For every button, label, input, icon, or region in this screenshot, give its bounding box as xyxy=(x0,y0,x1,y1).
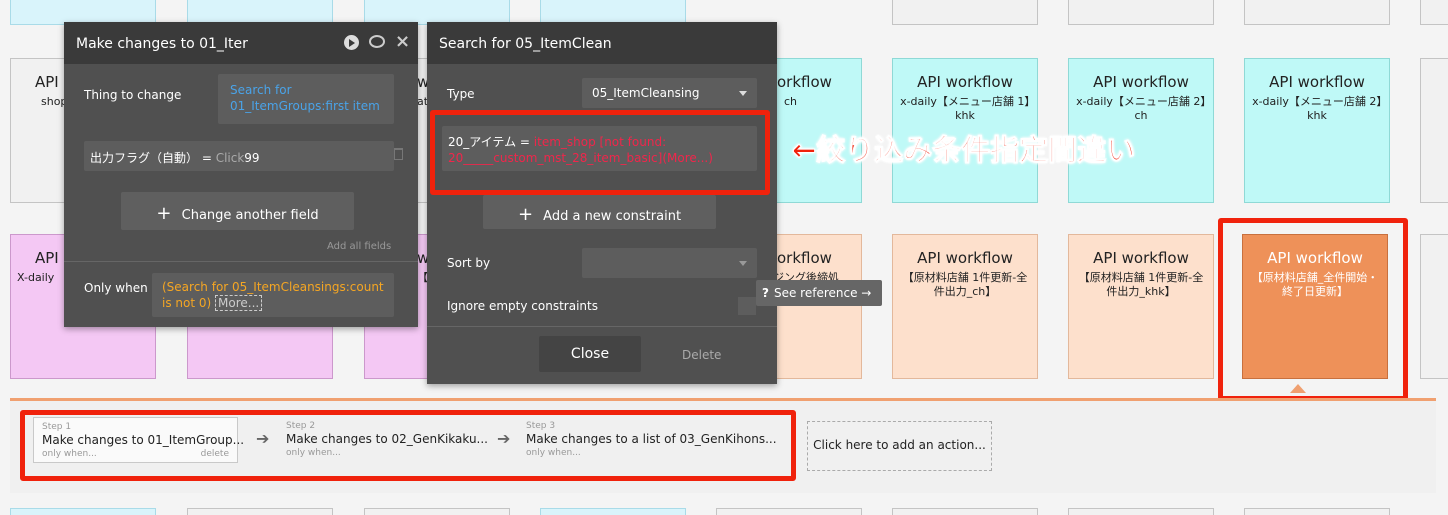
workflow-card[interactable] xyxy=(1244,508,1390,515)
ignore-empty-label: Ignore empty constraints xyxy=(447,299,598,313)
search-panel: Search for 05_ItemClean Type 05_ItemClea… xyxy=(427,22,777,384)
see-reference-tooltip[interactable]: ? See reference → xyxy=(756,280,882,306)
card-title: API workflow xyxy=(1093,249,1189,267)
only-when-field[interactable]: (Search for 05_ItemCleansings:count is n… xyxy=(152,273,394,317)
see-reference-label: See reference → xyxy=(773,286,872,300)
workflow-card[interactable] xyxy=(1420,234,1448,379)
dropdown-arrow-icon xyxy=(739,261,747,266)
type-dropdown[interactable]: 05_ItemCleansing xyxy=(582,78,757,108)
dropdown-arrow-icon xyxy=(739,91,747,96)
panel-title: Make changes to 01_Iter xyxy=(76,36,248,52)
comment-icon[interactable] xyxy=(369,35,385,48)
thing-to-change-value: Search for 01_ItemGroups:first item xyxy=(230,83,380,113)
sort-by-dropdown[interactable] xyxy=(582,248,757,278)
field-value-number: 99 xyxy=(244,151,260,165)
workflow-card[interactable]: API workflow 【原材料店舗 1件更新-全件出力_khk】 xyxy=(1068,234,1214,379)
more-link[interactable]: More... xyxy=(215,295,263,311)
card-title: API workflow xyxy=(917,249,1013,267)
card-subtitle: x-daily【メニュー店舗 2】khk xyxy=(1252,95,1382,122)
panel-header: Search for 05_ItemClean xyxy=(427,22,777,64)
highlight-selected-card xyxy=(1218,218,1408,401)
workflow-card[interactable] xyxy=(540,508,686,515)
change-button-label: Change another field xyxy=(181,208,319,223)
trash-icon[interactable] xyxy=(394,148,403,160)
plus-icon: + xyxy=(156,203,172,224)
workflow-card[interactable] xyxy=(1068,0,1214,25)
workflow-card[interactable] xyxy=(364,508,510,515)
card-title: API workflow xyxy=(1269,73,1365,91)
field-name: 出力フラグ（自動） = xyxy=(90,151,212,165)
workflow-card[interactable] xyxy=(187,508,333,515)
help-icon: ? xyxy=(762,286,769,300)
add-action-button[interactable]: Click here to add an action... xyxy=(807,421,992,471)
annotation-text: ←絞り込み条件指定間違い xyxy=(791,133,1136,168)
only-when-label: Only when xyxy=(84,281,148,295)
only-when-value: (Search for 05_ItemCleansings:count is n… xyxy=(162,280,384,310)
card-subtitle: 【原材料店舗 1件更新-全件出力_khk】 xyxy=(1078,271,1204,298)
thing-to-change-label: Thing to change xyxy=(84,88,182,102)
card-title: API workflow xyxy=(917,73,1013,91)
card-title: API workflow xyxy=(1093,73,1189,91)
divider xyxy=(427,326,777,327)
panel-header: Make changes to 01_Iter × xyxy=(64,22,418,64)
workflow-card[interactable] xyxy=(1420,0,1448,25)
add-constraint-label: Add a new constraint xyxy=(543,209,682,224)
workflow-card[interactable]: API workflow x-daily【メニュー店舗 2】khk xyxy=(1244,58,1390,203)
workflow-card[interactable] xyxy=(1420,58,1448,203)
workflow-card[interactable]: API workflow 【原材料店舗 1件更新-全件出力_ch】 xyxy=(892,234,1038,379)
ignore-empty-checkbox[interactable] xyxy=(738,297,756,315)
add-action-label: Click here to add an action... xyxy=(813,438,986,452)
workflow-card[interactable] xyxy=(10,508,156,515)
change-another-field-button[interactable]: + Change another field xyxy=(121,192,354,230)
delete-button[interactable]: Delete xyxy=(682,348,721,362)
highlight-steps xyxy=(20,410,796,481)
type-value: 05_ItemCleansing xyxy=(592,86,700,100)
make-changes-panel: Make changes to 01_Iter × Thing to chang… xyxy=(64,22,418,327)
thing-to-change-field[interactable]: Search for 01_ItemGroups:first item xyxy=(218,74,394,124)
plus-icon: + xyxy=(517,204,534,225)
panel-title: Search for 05_ItemClean xyxy=(439,36,612,52)
sort-by-label: Sort by xyxy=(447,256,491,270)
divider xyxy=(64,261,418,262)
close-button[interactable]: Close xyxy=(539,336,641,372)
close-label: Close xyxy=(570,346,610,362)
card-subtitle: 【原材料店舗 1件更新-全件出力_ch】 xyxy=(902,271,1028,298)
play-triangle xyxy=(349,39,355,47)
field-value-keyword: Click xyxy=(215,151,245,165)
workflow-card[interactable] xyxy=(892,508,1038,515)
close-icon[interactable]: × xyxy=(395,31,410,52)
card-subtitle: x-daily【メニュー店舗 2】ch xyxy=(1076,95,1206,122)
workflow-card[interactable] xyxy=(716,508,862,515)
workflow-card[interactable] xyxy=(892,0,1038,25)
add-constraint-button[interactable]: + Add a new constraint xyxy=(483,195,716,229)
type-label: Type xyxy=(447,87,475,101)
workflow-card[interactable] xyxy=(1068,508,1214,515)
highlight-constraint xyxy=(430,110,770,195)
add-all-fields-link[interactable]: Add all fields xyxy=(327,241,391,252)
card-subtitle: x-daily【メニュー店舗 1】khk xyxy=(900,95,1030,122)
output-flag-field[interactable]: 出力フラグ（自動） = Click99 xyxy=(84,141,394,171)
workflow-canvas: API shop w at orkflow 】ch API workflow x… xyxy=(0,0,1448,515)
workflow-card[interactable] xyxy=(1244,0,1390,25)
